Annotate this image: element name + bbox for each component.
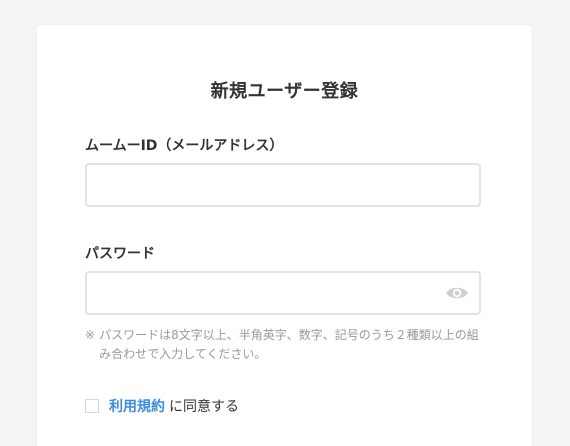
- note-mark: ※: [85, 328, 96, 342]
- password-input[interactable]: [85, 271, 481, 315]
- registration-card: 新規ユーザー登録 ムームーID（メールアドレス） パスワード ※ パスワードは8…: [37, 25, 532, 446]
- terms-link[interactable]: 利用規約: [109, 396, 165, 416]
- password-note: ※ パスワードは8文字以上、半角英字、数字、記号のうち２種類以上の組み合わせで入…: [85, 326, 485, 364]
- terms-suffix: に同意する: [169, 399, 239, 415]
- note-text: パスワードは8文字以上、半角英字、数字、記号のうち２種類以上の組み合わせで入力し…: [99, 328, 479, 361]
- password-label: パスワード: [85, 246, 155, 262]
- id-input[interactable]: [85, 163, 481, 207]
- eye-icon[interactable]: [445, 283, 469, 303]
- page-title: 新規ユーザー登録: [210, 81, 359, 102]
- id-label: ムームーID（メールアドレス）: [85, 138, 284, 154]
- terms-agreement: 利用規約 に同意する: [85, 396, 239, 416]
- terms-checkbox[interactable]: [85, 399, 99, 413]
